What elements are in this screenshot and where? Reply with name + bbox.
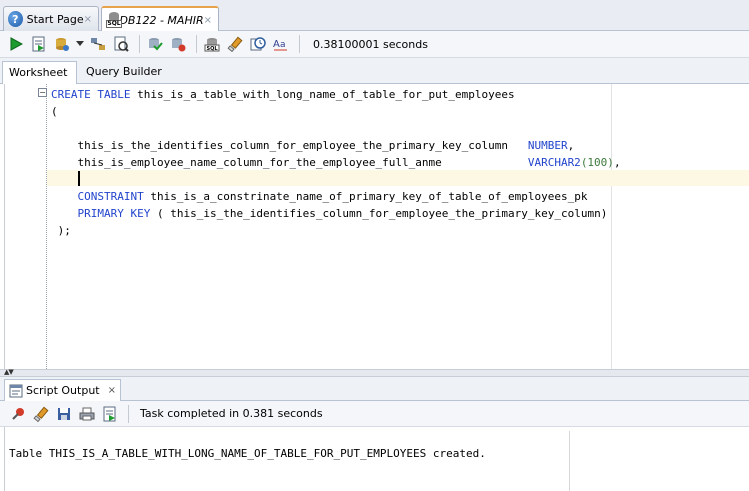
sql-keyword: CREATE TABLE — [51, 88, 131, 101]
tab-worksheet[interactable]: Worksheet — [2, 61, 77, 84]
code-line: PRIMARY KEY ( this_is_the_identifies_col… — [51, 205, 608, 222]
save-icon[interactable] — [54, 404, 74, 424]
autotrace-icon[interactable] — [111, 34, 131, 54]
right-margin-guide — [611, 84, 612, 369]
close-icon[interactable]: × — [204, 15, 212, 26]
toolbar-separator — [196, 35, 197, 53]
run-script-icon[interactable] — [29, 34, 49, 54]
unshared-sql-icon[interactable]: SQL — [202, 34, 222, 54]
code-line: this_is_the_identifies_column_for_employ… — [51, 137, 574, 154]
sql-type: VARCHAR2 — [527, 156, 581, 169]
explain-plan-icon[interactable] — [88, 34, 108, 54]
clear-output-icon[interactable] — [31, 404, 51, 424]
gutter-divider — [46, 84, 47, 369]
tab-label: DB122 - MAHIR — [119, 13, 204, 27]
tab-query-builder[interactable]: Query Builder — [80, 61, 168, 84]
code-line: CREATE TABLE this_is_a_table_with_long_n… — [51, 86, 515, 103]
run-script-icon[interactable] — [100, 404, 120, 424]
sql-type: NUMBER — [527, 139, 568, 152]
close-icon[interactable]: × — [84, 14, 92, 25]
clear-icon[interactable] — [225, 34, 245, 54]
rollback-icon[interactable] — [168, 34, 188, 54]
script-output-icon — [9, 384, 23, 397]
task-status: Task completed in 0.381 seconds — [140, 407, 323, 420]
code-text: , — [567, 139, 575, 152]
document-tab-strip: ? Start Page × SQL DB122 - MAHIR × — [0, 0, 749, 32]
code-text: , — [613, 156, 621, 169]
tab-label: Script Output — [26, 384, 100, 397]
tab-script-output[interactable]: Script Output × — [4, 379, 122, 401]
current-line-highlight — [47, 170, 749, 186]
sql-editor[interactable]: − CREATE TABLE this_is_a_table_with_long… — [4, 84, 749, 369]
code-line: ); — [51, 222, 71, 239]
tab-label: Start Page — [26, 12, 84, 26]
code-text: ( this_is_the_identifies_column_for_empl… — [150, 207, 608, 220]
execution-time: 0.38100001 seconds — [313, 37, 428, 51]
sql-database-icon: SQL — [106, 12, 122, 28]
output-message: Table THIS_IS_A_TABLE_WITH_LONG_NAME_OF_… — [9, 447, 486, 460]
output-tab-strip: Script Output × — [0, 377, 749, 401]
text-caret — [78, 171, 80, 186]
commit-icon[interactable] — [52, 34, 72, 54]
close-icon[interactable]: × — [108, 385, 116, 396]
panel-splitter[interactable]: ▲▼ — [0, 368, 749, 377]
code-text: this_is_the_identifies_column_for_employ… — [51, 139, 528, 152]
help-icon: ? — [8, 11, 23, 27]
dropdown-icon[interactable] — [75, 34, 85, 54]
code-text: this_is_employee_name_column_for_the_emp… — [51, 156, 528, 169]
code-line: this_is_employee_name_column_for_the_emp… — [51, 154, 621, 171]
collapse-arrows-icon[interactable]: ▲▼ — [4, 368, 14, 376]
toolbar-separator — [128, 404, 129, 423]
code-text: this_is_a_table_with_long_name_of_table_… — [130, 88, 515, 101]
sql-keyword: PRIMARY KEY — [77, 207, 151, 220]
sql-number: (100) — [580, 156, 614, 169]
sql-keyword: CONSTRAINT — [77, 190, 144, 203]
tab-db122-mahir[interactable]: SQL DB122 - MAHIR × — [101, 6, 219, 32]
toolbar-separator — [299, 35, 300, 53]
print-icon[interactable] — [77, 404, 97, 424]
history-icon[interactable] — [248, 34, 268, 54]
run-statement-icon[interactable] — [6, 34, 26, 54]
code-line: ( — [51, 103, 58, 120]
svg-text:a: a — [280, 40, 286, 50]
commit-transaction-icon[interactable] — [145, 34, 165, 54]
code-line: CONSTRAINT this_is_a_constrinate_name_of… — [51, 188, 588, 205]
output-toolbar: Task completed in 0.381 seconds — [0, 401, 749, 427]
worksheet-tab-strip: Worksheet Query Builder — [0, 58, 749, 84]
right-margin-guide — [569, 431, 570, 491]
worksheet-toolbar: SQL Aa 0.38100001 seconds — [0, 31, 749, 58]
svg-text:SQL: SQL — [206, 46, 218, 52]
code-text: ); — [51, 224, 71, 237]
script-output-area[interactable]: Table THIS_IS_A_TABLE_WITH_LONG_NAME_OF_… — [4, 427, 749, 491]
format-case-icon[interactable]: Aa — [271, 34, 291, 54]
fold-toggle-icon[interactable]: − — [38, 88, 47, 97]
tab-start-page[interactable]: ? Start Page × — [3, 6, 99, 31]
pin-icon[interactable] — [8, 404, 28, 424]
svg-text:A: A — [273, 39, 280, 50]
code-text: this_is_a_constrinate_name_of_primary_ke… — [143, 190, 588, 203]
code-text: ( — [51, 105, 58, 118]
toolbar-separator — [139, 35, 140, 53]
